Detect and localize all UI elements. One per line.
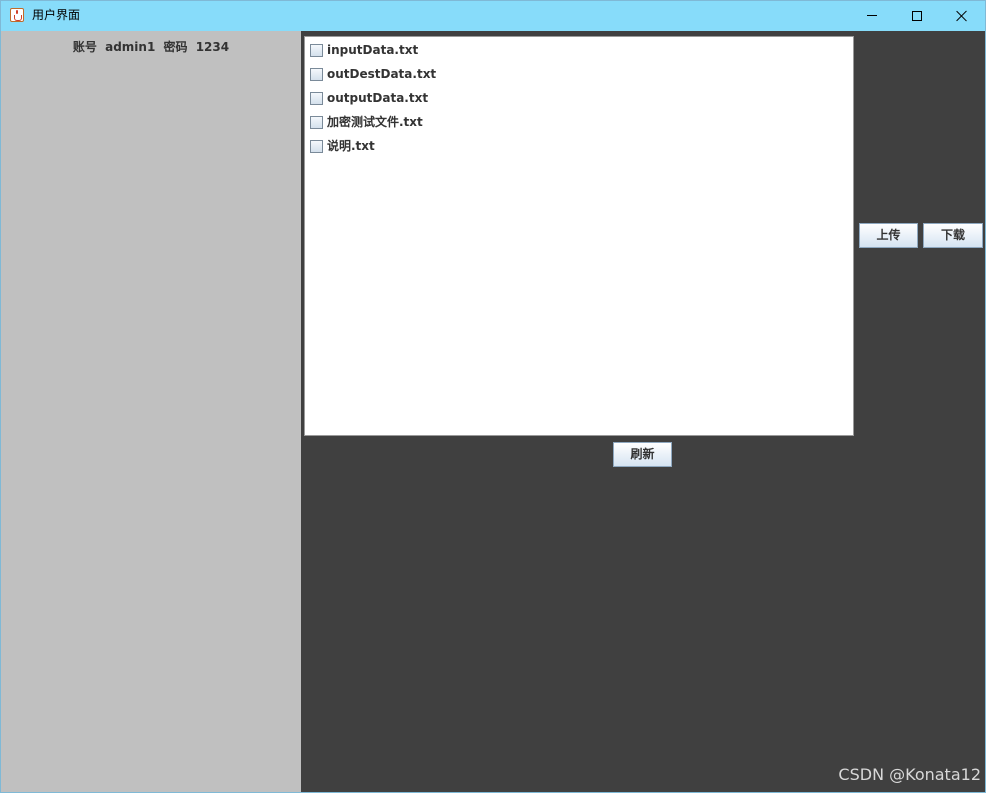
- file-checkbox[interactable]: [310, 116, 323, 129]
- maximize-icon: [912, 11, 922, 21]
- close-icon: [956, 10, 968, 22]
- window-title: 用户界面: [32, 8, 81, 22]
- account-label: 账号: [72, 40, 97, 54]
- file-name: 加密测试文件.txt: [327, 115, 423, 129]
- file-name: outDestData.txt: [327, 67, 437, 81]
- file-checkbox[interactable]: [310, 140, 323, 153]
- account-info: 账号 admin1 密码 1234: [1, 38, 301, 55]
- account-value: admin1: [105, 40, 156, 54]
- file-name: outputData.txt: [327, 91, 429, 105]
- file-checkbox[interactable]: [310, 68, 323, 81]
- password-label: 密码: [163, 40, 188, 54]
- account-panel: 账号 admin1 密码 1234: [1, 31, 301, 792]
- minimize-icon: [867, 15, 877, 16]
- download-button[interactable]: 下载: [923, 223, 983, 248]
- file-checkbox[interactable]: [310, 44, 323, 57]
- minimize-button[interactable]: [849, 1, 895, 31]
- app-window: 用户界面 账号 admin1 密码 1234 inputData.txt out…: [0, 0, 986, 793]
- title-bar[interactable]: 用户界面: [1, 1, 985, 31]
- watermark: CSDN @Konata12: [838, 765, 981, 784]
- file-name: 说明.txt: [327, 139, 375, 153]
- file-name: inputData.txt: [327, 43, 419, 57]
- password-value: 1234: [195, 40, 230, 54]
- upload-button[interactable]: 上传: [859, 223, 918, 248]
- file-list[interactable]: inputData.txt outDestData.txt outputData…: [304, 36, 854, 436]
- refresh-button[interactable]: 刷新: [613, 442, 672, 467]
- close-button[interactable]: [939, 1, 985, 31]
- file-checkbox[interactable]: [310, 92, 323, 105]
- maximize-button[interactable]: [894, 1, 940, 31]
- java-coffee-icon: [10, 8, 24, 22]
